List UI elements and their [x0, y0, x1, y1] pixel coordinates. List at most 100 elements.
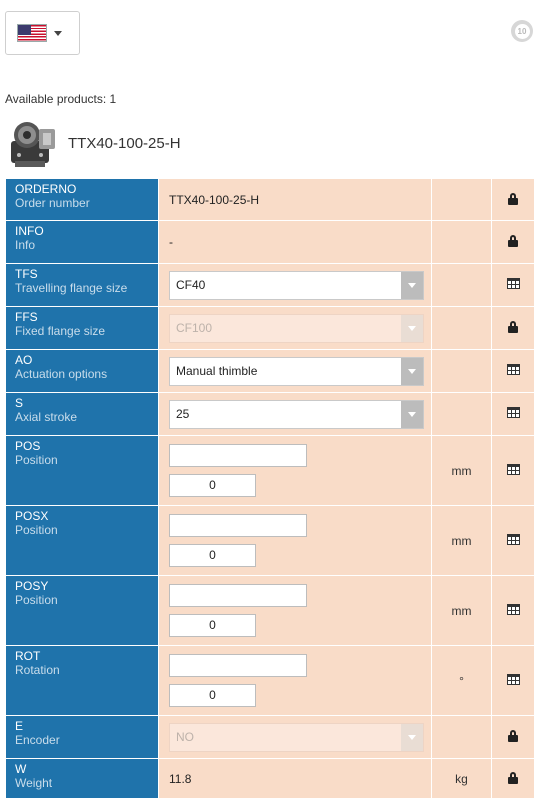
table-row: POS Position 0 mm [5, 435, 534, 506]
lock-icon [508, 321, 518, 333]
lock-icon [508, 730, 518, 742]
param-code: TFS [15, 267, 38, 281]
table-row: S Axial stroke 25 [5, 392, 534, 436]
weight-value: 11.8 [169, 771, 192, 786]
chevron-down-icon[interactable] [401, 271, 423, 299]
table-icon[interactable] [506, 463, 520, 475]
rotation-number-input[interactable]: 0 [169, 684, 256, 707]
param-code: POSY [15, 579, 49, 593]
param-value-cell: 0 [158, 645, 432, 716]
param-value-cell: 0 [158, 575, 432, 646]
param-action-cell [491, 306, 534, 350]
select-value: CF100 [176, 321, 213, 335]
chevron-down-icon[interactable] [401, 357, 423, 385]
select-value: Manual thimble [176, 364, 258, 378]
param-code: POSX [15, 509, 49, 523]
param-value-cell: - [158, 220, 432, 264]
fixed-flange-size-select: CF100 [169, 313, 424, 343]
param-unit: mm [431, 575, 492, 646]
travelling-flange-size-select[interactable]: CF40 [169, 270, 424, 300]
brand-logo-label: 10 [514, 23, 530, 39]
param-label: INFO Info [5, 220, 159, 264]
chevron-down-icon [401, 314, 423, 342]
position-x-number-input[interactable]: 0 [169, 544, 256, 567]
chevron-down-icon [54, 30, 62, 36]
table-row: E Encoder NO [5, 715, 534, 759]
param-desc: Travelling flange size [15, 281, 128, 295]
table-icon[interactable] [506, 673, 520, 685]
param-desc: Position [15, 523, 58, 537]
param-label: ORDERNO Order number [5, 178, 159, 221]
param-label: POSY Position [5, 575, 159, 646]
param-unit: ° [431, 645, 492, 716]
param-desc: Rotation [15, 663, 60, 677]
lock-icon [508, 192, 518, 205]
param-label: POS Position [5, 435, 159, 506]
param-action-cell [491, 178, 534, 221]
param-action-cell [491, 392, 534, 436]
param-value-cell: CF40 [158, 263, 432, 307]
table-row: ORDERNO Order number TTX40-100-25-H [5, 178, 534, 221]
actuation-options-select[interactable]: Manual thimble [169, 356, 424, 386]
param-code: POS [15, 439, 41, 453]
table-row: TFS Travelling flange size CF40 [5, 263, 534, 307]
table-icon[interactable] [506, 278, 520, 289]
select-value: 25 [176, 407, 190, 421]
table-icon[interactable] [506, 533, 520, 545]
position-y-number-input[interactable]: 0 [169, 614, 256, 637]
param-desc: Info [15, 238, 36, 252]
param-desc: Axial stroke [15, 410, 78, 424]
position-text-input[interactable] [169, 444, 307, 467]
axial-stroke-select[interactable]: 25 [169, 399, 424, 429]
param-desc: Position [15, 453, 58, 467]
info-value: - [169, 235, 173, 249]
rotation-text-input[interactable] [169, 654, 307, 677]
language-selector-button[interactable] [5, 11, 80, 55]
param-label: ROT Rotation [5, 645, 159, 716]
param-unit [431, 220, 492, 264]
encoder-select: NO [169, 722, 424, 752]
brand-logo-icon: 10 [511, 20, 533, 42]
param-label: POSX Position [5, 505, 159, 576]
param-unit: mm [431, 435, 492, 506]
param-action-cell [491, 575, 534, 646]
table-row: POSX Position 0 mm [5, 505, 534, 576]
param-action-cell [491, 758, 534, 799]
param-label: E Encoder [5, 715, 159, 759]
param-desc: Position [15, 593, 58, 607]
table-icon[interactable] [506, 364, 520, 375]
param-unit [431, 392, 492, 436]
param-unit [431, 349, 492, 393]
select-value: NO [176, 730, 194, 744]
lock-icon [508, 771, 518, 784]
param-action-cell [491, 645, 534, 716]
param-code: E [15, 719, 24, 733]
product-thumbnail [5, 115, 61, 171]
param-code: W [15, 762, 27, 776]
product-item[interactable]: TTX40-100-25-H [5, 115, 181, 171]
table-row: AO Actuation options Manual thimble [5, 349, 534, 393]
table-icon[interactable] [506, 407, 520, 418]
param-action-cell [491, 505, 534, 576]
param-value-cell: NO [158, 715, 432, 759]
chevron-down-icon [401, 723, 423, 751]
param-value-cell: Manual thimble [158, 349, 432, 393]
table-icon[interactable] [506, 603, 520, 615]
parameters-table: ORDERNO Order number TTX40-100-25-H INFO… [5, 178, 534, 799]
select-value: CF40 [176, 278, 206, 292]
product-name[interactable]: TTX40-100-25-H [68, 135, 181, 152]
position-number-input[interactable]: 0 [169, 474, 256, 497]
param-code: INFO [15, 224, 44, 238]
param-label: FFS Fixed flange size [5, 306, 159, 350]
param-value-cell: 0 [158, 435, 432, 506]
table-row: ROT Rotation 0 ° [5, 645, 534, 716]
chevron-down-icon[interactable] [401, 400, 423, 428]
order-number-value: TTX40-100-25-H [169, 192, 260, 207]
param-label: TFS Travelling flange size [5, 263, 159, 307]
position-y-text-input[interactable] [169, 584, 307, 607]
param-desc: Encoder [15, 733, 60, 747]
param-code: FFS [15, 310, 38, 324]
param-value-cell: 0 [158, 505, 432, 576]
param-label: W Weight [5, 758, 159, 799]
position-x-text-input[interactable] [169, 514, 307, 537]
